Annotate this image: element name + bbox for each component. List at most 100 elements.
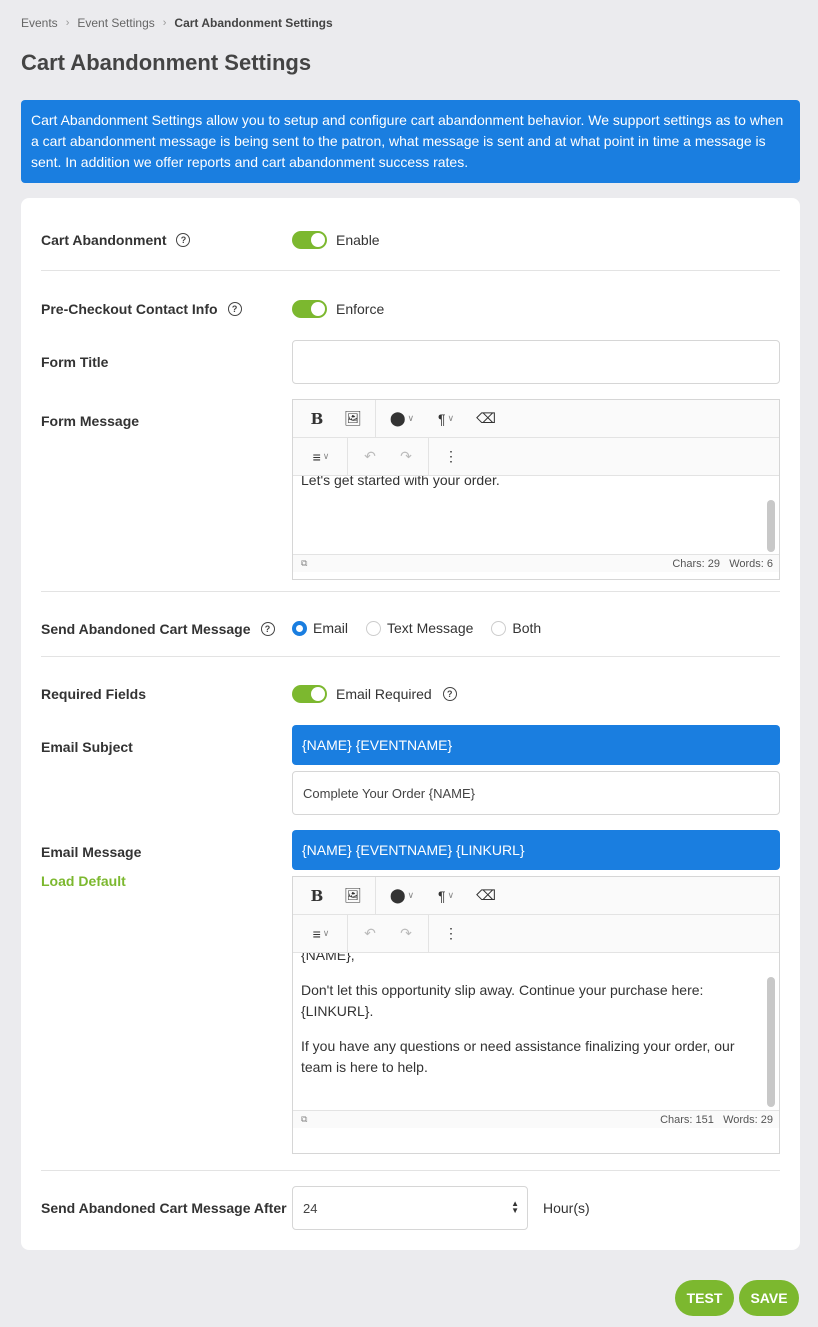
toolbar-separator (428, 914, 429, 953)
undo-icon[interactable]: ↶ (352, 915, 388, 953)
bold-icon[interactable]: B (299, 400, 335, 438)
help-icon[interactable]: ? (176, 233, 191, 247)
cart-abandonment-label: Cart Abandonment (41, 232, 167, 248)
radio-both[interactable]: Both (491, 620, 541, 636)
cart-abandonment-toggle-row: Enable (292, 231, 380, 249)
email-message-footer: ⧉ Chars: 151 Words: 29 (293, 1110, 779, 1128)
page-title: Cart Abandonment Settings (21, 50, 312, 75)
divider (41, 656, 780, 657)
radio-both-dot[interactable] (491, 620, 507, 636)
email-subject-input[interactable]: Complete Your Order {NAME} (292, 771, 780, 815)
help-icon[interactable]: ? (260, 622, 275, 636)
send-after-value: 24 (303, 1200, 318, 1216)
pre-checkout-toggle-row: Enforce (292, 300, 384, 318)
breadcrumb: Events › Event Settings › Cart Abandonme… (21, 16, 333, 30)
resize-icon[interactable]: ⧉ (301, 1114, 307, 1125)
paragraph-icon[interactable]: ¶ ∨ (424, 877, 468, 915)
form-message-label: Form Message (41, 413, 140, 429)
help-icon[interactable]: ? (227, 302, 242, 316)
email-message-paragraph: Don't let this opportunity slip away. Co… (301, 982, 704, 1019)
paragraph-icon[interactable]: ¶ ∨ (424, 400, 468, 438)
pre-checkout-row: Pre-Checkout Contact Info ? (41, 301, 242, 317)
send-message-row: Send Abandoned Cart Message ? (41, 621, 275, 637)
settings-card: Cart Abandonment ? Enable Pre-Checkout C… (21, 198, 800, 1250)
select-arrows-icon: ▲ ▼ (511, 1199, 519, 1215)
redo-icon[interactable]: ↷ (388, 438, 424, 476)
email-message-label: Email Message (41, 844, 142, 860)
load-default-link[interactable]: Load Default (41, 873, 126, 889)
form-message-counts: Chars: 29 Words: 6 (672, 558, 773, 570)
radio-email-dot[interactable] (292, 620, 307, 636)
char-count: Chars: 29 (672, 557, 721, 570)
save-button[interactable]: SAVE (739, 1280, 799, 1316)
undo-icon[interactable]: ↶ (352, 438, 388, 476)
info-box: Cart Abandonment Settings allow you to s… (21, 100, 800, 183)
help-icon[interactable]: ? (442, 687, 457, 701)
send-after-label: Send Abandoned Cart Message After (41, 1200, 287, 1216)
more-options-icon[interactable]: ⋮ (433, 915, 469, 953)
chevron-right-icon: › (65, 17, 70, 29)
toolbar-separator (375, 876, 376, 915)
radio-email-label: Email (313, 620, 349, 636)
eraser-icon[interactable]: ⌫ (468, 877, 504, 915)
cart-abandonment-toggle[interactable] (292, 231, 327, 249)
breadcrumb-events[interactable]: Events (21, 16, 58, 30)
align-icon[interactable]: ≡ ∨ (299, 438, 343, 476)
test-button[interactable]: TEST (675, 1280, 734, 1316)
email-message-counts: Chars: 151 Words: 29 (660, 1114, 773, 1126)
editor-toolbar-row2: ≡ ∨ ↶ ↷ ⋮ (293, 437, 779, 476)
divider (41, 270, 780, 271)
send-after-select[interactable]: 24 ▲ ▼ (292, 1186, 528, 1230)
email-message-tags[interactable]: {NAME} {EVENTNAME} {LINKURL} (292, 830, 780, 870)
cart-abandonment-row: Cart Abandonment ? (41, 232, 191, 248)
text-color-icon[interactable]: ⬤ ∨ (380, 400, 424, 438)
email-subject-tags[interactable]: {NAME} {EVENTNAME} (292, 725, 780, 765)
scrollbar[interactable] (767, 977, 775, 1107)
required-fields-toggle-row: Email Required ? (292, 685, 457, 703)
image-icon[interactable]: 🖼 (335, 400, 371, 438)
cart-abandonment-toggle-label: Enable (336, 232, 380, 248)
email-subject-label: Email Subject (41, 739, 133, 755)
chevron-right-icon: › (162, 17, 167, 29)
email-message-paragraph: {NAME}, (301, 953, 355, 963)
radio-both-label: Both (512, 620, 542, 636)
form-title-input[interactable] (292, 340, 780, 384)
email-required-label: Email Required (336, 686, 432, 702)
char-count: Chars: 151 (660, 1113, 714, 1126)
form-message-footer: ⧉ Chars: 29 Words: 6 (293, 554, 779, 572)
radio-email[interactable]: Email (292, 620, 348, 636)
more-options-icon[interactable]: ⋮ (433, 438, 469, 476)
radio-text-message-label: Text Message (387, 620, 474, 636)
word-count: Words: 6 (729, 557, 773, 570)
email-message-paragraph: If you have any questions or need assist… (301, 1038, 735, 1075)
toolbar-separator (375, 399, 376, 438)
align-icon[interactable]: ≡ ∨ (299, 915, 343, 953)
toolbar-separator (428, 437, 429, 476)
email-required-toggle[interactable] (292, 685, 327, 703)
eraser-icon[interactable]: ⌫ (468, 400, 504, 438)
bold-icon[interactable]: B (299, 877, 335, 915)
form-message-text: Let's get started with your order. (301, 476, 500, 488)
email-message-editor: B 🖼 ⬤ ∨ ¶ ∨ ⌫ ≡ ∨ ↶ ↷ ⋮ {NAME}, Don't let t… (292, 876, 780, 1154)
form-message-content[interactable]: Let's get started with your order. (293, 476, 779, 554)
image-icon[interactable]: 🖼 (335, 877, 371, 915)
word-count: Words: 29 (723, 1113, 773, 1126)
text-color-icon[interactable]: ⬤ ∨ (380, 877, 424, 915)
form-message-editor: B 🖼 ⬤ ∨ ¶ ∨ ⌫ ≡ ∨ ↶ ↷ ⋮ Let's get started w… (292, 399, 780, 580)
pre-checkout-toggle[interactable] (292, 300, 327, 318)
breadcrumb-current: Cart Abandonment Settings (174, 16, 333, 30)
divider (41, 1170, 780, 1171)
radio-text-message-dot[interactable] (366, 620, 382, 636)
redo-icon[interactable]: ↷ (388, 915, 424, 953)
divider (41, 591, 780, 592)
resize-icon[interactable]: ⧉ (301, 558, 307, 569)
scrollbar[interactable] (767, 500, 775, 552)
email-message-content[interactable]: {NAME}, Don't let this opportunity slip … (293, 953, 779, 1110)
breadcrumb-event-settings[interactable]: Event Settings (77, 16, 154, 30)
send-after-unit: Hour(s) (543, 1200, 590, 1216)
pre-checkout-toggle-label: Enforce (336, 301, 385, 317)
editor-toolbar-row1: B 🖼 ⬤ ∨ ¶ ∨ ⌫ (293, 876, 779, 915)
toolbar-separator (347, 437, 348, 476)
toolbar-separator (347, 914, 348, 953)
radio-text-message[interactable]: Text Message (366, 620, 473, 636)
